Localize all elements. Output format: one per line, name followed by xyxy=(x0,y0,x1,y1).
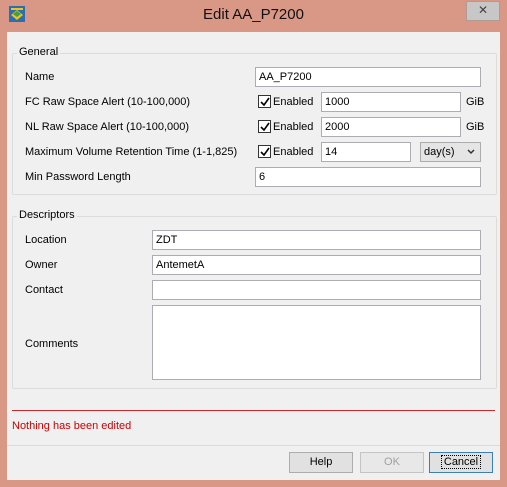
chevron-down-icon xyxy=(467,149,475,155)
close-icon: ✕ xyxy=(477,3,489,17)
fc-enabled-checkbox[interactable] xyxy=(258,95,271,108)
cancel-button-label: Cancel xyxy=(440,455,482,469)
contact-label: Contact xyxy=(25,284,63,296)
help-button-label: Help xyxy=(309,456,333,468)
nl-unit-label: GiB xyxy=(466,121,485,133)
check-icon xyxy=(260,147,270,157)
window-title: Edit AA_P7200 xyxy=(203,6,304,23)
fc-unit-label: GiB xyxy=(466,96,485,108)
retention-time-field[interactable]: 14 xyxy=(321,142,411,162)
comments-field[interactable] xyxy=(152,305,481,380)
fc-enabled-label: Enabled xyxy=(273,96,314,108)
retention-enabled-label: Enabled xyxy=(273,146,314,158)
name-field[interactable]: AA_P7200 xyxy=(255,67,481,87)
retention-time-label: Maximum Volume Retention Time (1-1,825) xyxy=(25,146,238,158)
help-button[interactable]: Help xyxy=(289,452,353,473)
dialog-window: Edit AA_P7200 ✕ General Name AA_P7200 FC… xyxy=(0,0,507,487)
comments-label: Comments xyxy=(25,338,79,350)
location-field[interactable]: ZDT xyxy=(152,230,481,250)
close-button[interactable]: ✕ xyxy=(466,1,500,21)
nl-enabled-label: Enabled xyxy=(273,121,314,133)
title-bar[interactable]: Edit AA_P7200 ✕ xyxy=(0,0,507,32)
nl-raw-space-alert-field[interactable]: 2000 xyxy=(321,117,461,137)
status-separator xyxy=(12,410,495,411)
min-password-length-field[interactable]: 6 xyxy=(255,167,481,187)
ok-button-label: OK xyxy=(384,456,400,468)
contact-field[interactable] xyxy=(152,280,481,300)
check-icon xyxy=(260,122,270,132)
fc-raw-space-alert-label: FC Raw Space Alert (10-100,000) xyxy=(25,96,191,108)
owner-field[interactable]: AntemetA xyxy=(152,255,481,275)
fc-raw-space-alert-field[interactable]: 1000 xyxy=(321,92,461,112)
owner-label: Owner xyxy=(25,259,58,271)
descriptors-group-title: Descriptors xyxy=(17,209,77,221)
general-group-title: General xyxy=(17,46,61,58)
nl-raw-space-alert-label: NL Raw Space Alert (10-100,000) xyxy=(25,121,190,133)
cancel-button[interactable]: Cancel xyxy=(429,452,493,473)
retention-unit-dropdown[interactable]: day(s) xyxy=(420,142,481,162)
dialog-body: General Name AA_P7200 FC Raw Space Alert… xyxy=(7,32,500,480)
nl-enabled-checkbox[interactable] xyxy=(258,120,271,133)
retention-enabled-checkbox[interactable] xyxy=(258,145,271,158)
name-label: Name xyxy=(25,71,55,83)
ok-button[interactable]: OK xyxy=(360,452,424,473)
check-icon xyxy=(260,97,270,107)
location-label: Location xyxy=(25,234,67,246)
status-message: Nothing has been edited xyxy=(12,420,132,432)
min-password-length-label: Min Password Length xyxy=(25,171,131,183)
button-bar: Help OK Cancel xyxy=(7,445,500,480)
retention-unit-value: day(s) xyxy=(424,146,455,158)
